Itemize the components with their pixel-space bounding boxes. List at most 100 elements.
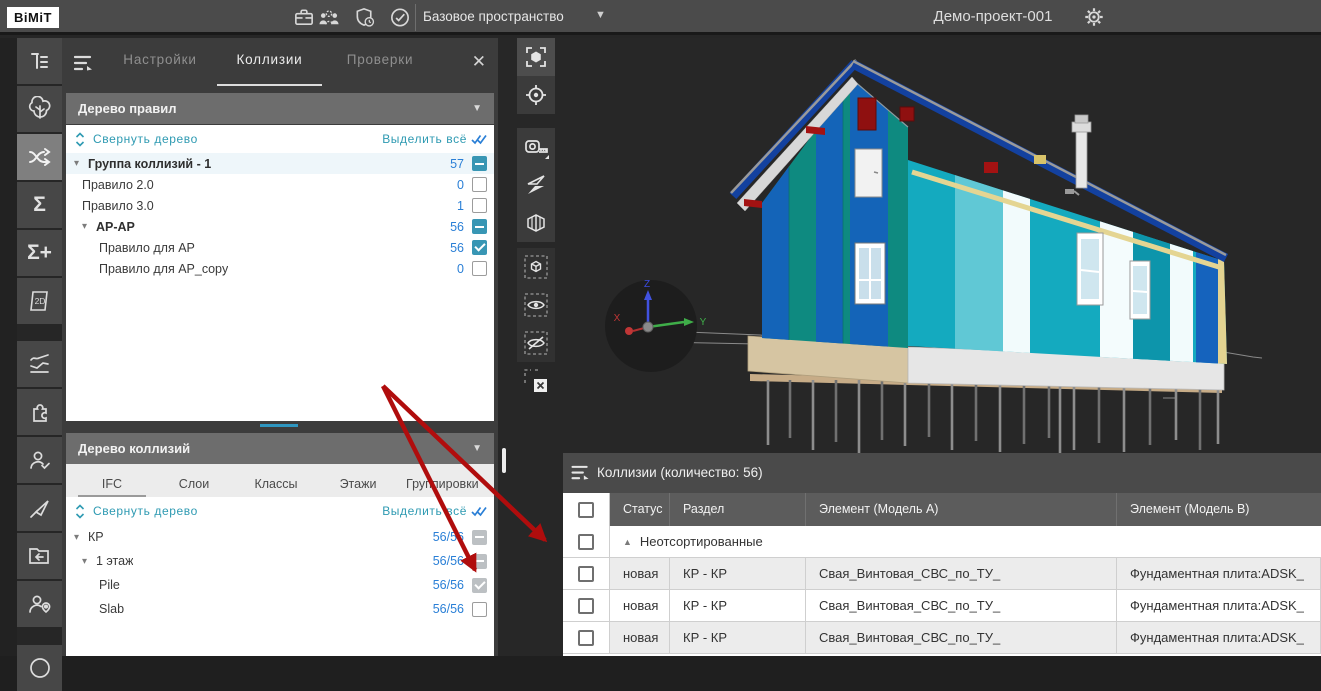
- rule-row[interactable]: Правило 3.0 1: [66, 195, 494, 216]
- gear-icon[interactable]: [1083, 6, 1105, 28]
- rule-row[interactable]: ▾ Группа коллизий - 1 57: [66, 153, 494, 174]
- sigma-plus-icon[interactable]: Σ+: [17, 230, 62, 276]
- export-icon[interactable]: [17, 533, 62, 579]
- isolate-selection-icon[interactable]: [517, 248, 555, 286]
- tab-layers[interactable]: Слои: [160, 477, 228, 497]
- column-status[interactable]: Статус: [610, 493, 670, 526]
- geo-user-icon[interactable]: [17, 581, 62, 627]
- caret-down-icon[interactable]: ▾: [74, 532, 88, 543]
- panel-menu-icon[interactable]: [74, 55, 94, 73]
- tab-settings[interactable]: Настройки: [110, 52, 210, 86]
- group-row[interactable]: ▲ Неотсортированные: [563, 526, 1321, 558]
- collisions-panel: Настройки Коллизии Проверки ✕ Дерево пра…: [62, 38, 498, 656]
- double-check-icon[interactable]: [471, 506, 487, 517]
- rules-tree: Свернуть дерево Выделить всё ▾ Группа ко…: [66, 125, 494, 421]
- tab-checks[interactable]: Проверки: [330, 52, 430, 86]
- collision-tree-row[interactable]: ▾ 1 этаж 56/56: [66, 549, 494, 573]
- collapse-tree-label[interactable]: Свернуть дерево: [93, 504, 198, 518]
- caret-down-icon[interactable]: ▾: [74, 158, 88, 169]
- table-row[interactable]: новая КР - КР Свая_Винтовая_СВС_по_ТУ_ Ф…: [563, 590, 1321, 622]
- briefcase-icon[interactable]: [291, 6, 317, 29]
- panel-resize-handle[interactable]: [502, 448, 506, 473]
- row-checkbox[interactable]: [578, 630, 594, 646]
- checkbox-indeterminate[interactable]: [472, 530, 487, 545]
- gizmo-x-label[interactable]: X: [614, 313, 621, 324]
- collision-tree-header[interactable]: Дерево коллизий ▼: [66, 433, 494, 464]
- rules-scroll-indicator[interactable]: [260, 424, 298, 427]
- select-all-checkbox[interactable]: [563, 493, 610, 526]
- caret-down-icon[interactable]: ▾: [82, 221, 96, 232]
- checkbox-empty[interactable]: [472, 602, 487, 617]
- collision-tree-row[interactable]: ▾ КР 56/56: [66, 525, 494, 549]
- rule-row[interactable]: Правило для АР_copy 0: [66, 258, 494, 279]
- team-icon[interactable]: [316, 6, 342, 29]
- checkbox-checked[interactable]: [472, 578, 487, 593]
- table-menu-icon[interactable]: [571, 465, 591, 482]
- sigma-icon[interactable]: Σ: [17, 182, 62, 228]
- model-structure-icon[interactable]: [17, 38, 62, 84]
- table-row[interactable]: новая КР - КР Свая_Винтовая_СВС_по_ТУ_ Ф…: [563, 622, 1321, 654]
- locate-icon[interactable]: [517, 76, 555, 114]
- checkbox-indeterminate[interactable]: [472, 554, 487, 569]
- globe-icon[interactable]: [17, 645, 62, 691]
- row-checkbox[interactable]: [578, 534, 594, 550]
- section-box-icon[interactable]: [517, 204, 555, 242]
- collision-tree-tabs: IFC Слои Классы Этажи Группировки: [66, 464, 494, 497]
- row-checkbox[interactable]: [578, 598, 594, 614]
- checkbox-empty[interactable]: [472, 177, 487, 192]
- column-element-a[interactable]: Элемент (Модель А): [806, 493, 1117, 526]
- tab-groups[interactable]: Группировки: [406, 477, 479, 497]
- show-selection-icon[interactable]: [517, 286, 555, 324]
- checkbox-indeterminate[interactable]: [472, 156, 487, 171]
- tab-ifc[interactable]: IFC: [78, 477, 146, 497]
- navigation-gizmo[interactable]: Z Y X: [605, 279, 707, 372]
- caret-down-icon[interactable]: ▾: [82, 556, 96, 567]
- row-checkbox[interactable]: [578, 566, 594, 582]
- checkbox-empty[interactable]: [472, 261, 487, 276]
- analytics-icon[interactable]: [17, 341, 62, 387]
- rule-row[interactable]: ▾ АР-АР 56: [66, 216, 494, 237]
- collapse-tree-label[interactable]: Свернуть дерево: [93, 132, 198, 146]
- select-all-label[interactable]: Выделить всё: [382, 504, 467, 518]
- view-2d-icon[interactable]: 2D: [17, 278, 62, 324]
- workspace-selector[interactable]: Базовое пространство: [423, 9, 564, 24]
- tab-floors[interactable]: Этажи: [324, 477, 392, 497]
- section-flip-icon[interactable]: [517, 166, 555, 204]
- close-icon[interactable]: ✕: [472, 52, 486, 72]
- collision-tree-row[interactable]: Pile 56/56: [66, 573, 494, 597]
- column-element-b[interactable]: Элемент (Модель В): [1117, 493, 1321, 526]
- chevron-down-icon: ▼: [472, 433, 482, 464]
- check-circle-icon[interactable]: [387, 6, 413, 29]
- checkbox-checked[interactable]: [472, 240, 487, 255]
- gizmo-y-label[interactable]: Y: [700, 317, 707, 328]
- collapse-tree-icon[interactable]: [74, 504, 86, 519]
- rules-tree-header[interactable]: Дерево правил ▼: [66, 93, 494, 124]
- tree-icon[interactable]: [17, 86, 62, 132]
- collisions-icon[interactable]: [17, 134, 62, 180]
- clear-selection-icon[interactable]: [517, 362, 555, 400]
- hide-selection-icon[interactable]: [517, 324, 555, 362]
- tab-classes[interactable]: Классы: [242, 477, 310, 497]
- checkbox-empty[interactable]: [472, 198, 487, 213]
- column-section[interactable]: Раздел: [670, 493, 806, 526]
- checkbox-indeterminate[interactable]: [472, 219, 487, 234]
- plugin-icon[interactable]: [17, 389, 62, 435]
- shield-time-icon[interactable]: [352, 6, 378, 29]
- table-row[interactable]: новая КР - КР Свая_Винтовая_СВС_по_ТУ_ Ф…: [563, 558, 1321, 590]
- collision-tree-row[interactable]: Slab 56/56: [66, 597, 494, 621]
- select-all-label[interactable]: Выделить всё: [382, 132, 467, 146]
- collision-table-title-bar: Коллизии (количество: 56): [563, 453, 1321, 493]
- zoom-fit-icon[interactable]: [517, 38, 555, 76]
- measure-icon[interactable]: [517, 128, 555, 166]
- workspace-caret-icon[interactable]: ▼: [595, 9, 606, 21]
- collapse-tree-icon[interactable]: [74, 132, 86, 147]
- gizmo-z-label[interactable]: Z: [644, 279, 650, 290]
- construction-icon[interactable]: [17, 485, 62, 531]
- approval-icon[interactable]: [17, 437, 62, 483]
- rule-row[interactable]: Правило 2.0 0: [66, 174, 494, 195]
- tab-collisions[interactable]: Коллизии: [217, 52, 322, 86]
- rule-row[interactable]: Правило для АР 56: [66, 237, 494, 258]
- panel-tabs: Настройки Коллизии Проверки ✕: [62, 38, 498, 90]
- double-check-icon[interactable]: [471, 134, 487, 145]
- collapse-group-icon[interactable]: ▲: [623, 537, 632, 547]
